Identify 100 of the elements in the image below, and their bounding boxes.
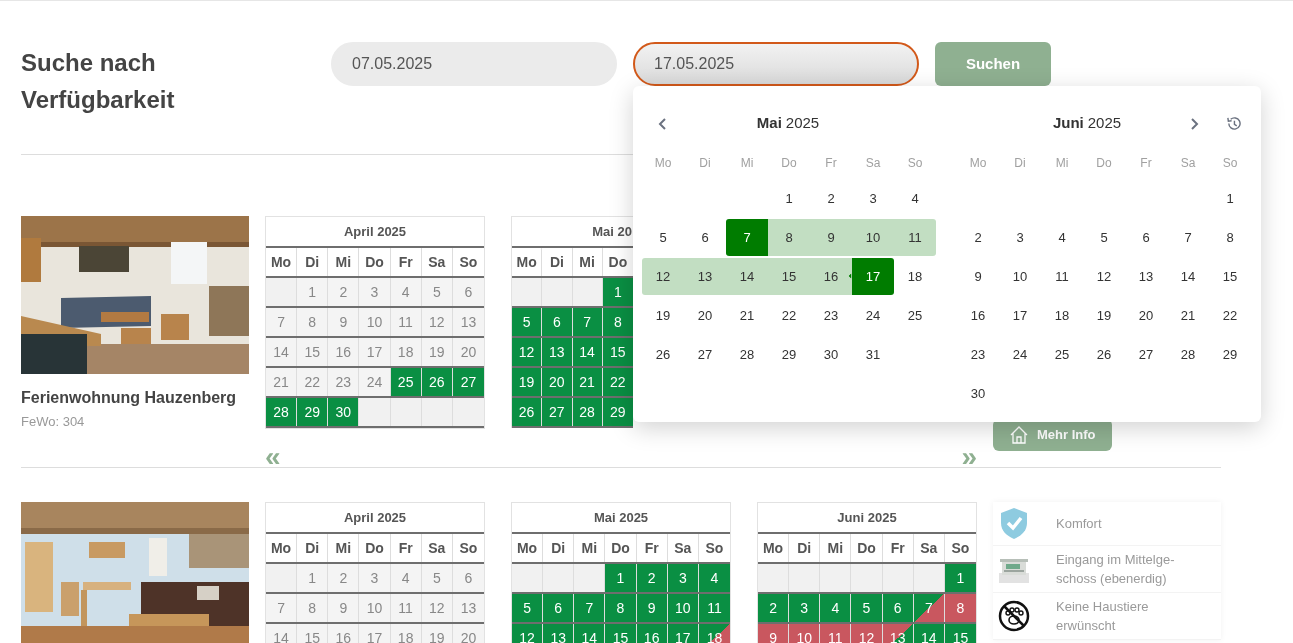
- date-field[interactable]: 17.05.2025: [633, 42, 919, 86]
- calendar-day: 17: [359, 338, 391, 366]
- calendar-day: 5: [512, 594, 544, 622]
- calendar-day: 20: [542, 368, 573, 396]
- calendar-day[interactable]: 13: [1125, 258, 1167, 295]
- calendar-day[interactable]: 18: [1041, 297, 1083, 334]
- calendar-day[interactable]: 10: [999, 258, 1041, 295]
- calendar-day[interactable]: 20: [1125, 297, 1167, 334]
- calendar-day[interactable]: 12: [1083, 258, 1125, 295]
- calendar-day: 2: [328, 564, 360, 592]
- calendar-day: 20: [452, 624, 484, 643]
- calendar-day[interactable]: 17: [852, 258, 894, 295]
- calendar-day[interactable]: 22: [768, 297, 810, 334]
- calendar-day[interactable]: 26: [1083, 336, 1125, 373]
- calendar-day[interactable]: 27: [684, 336, 726, 373]
- date-field[interactable]: 07.05.2025: [331, 42, 617, 86]
- calendar-day[interactable]: 6: [684, 219, 726, 256]
- calendar-day[interactable]: 2: [957, 219, 999, 256]
- calendar-day[interactable]: 3: [852, 180, 894, 217]
- calendar-day: 5: [851, 594, 883, 622]
- calendar-day[interactable]: 22: [1209, 297, 1251, 334]
- calendar-day: 1: [605, 564, 637, 592]
- calendar-day[interactable]: 8: [1209, 219, 1251, 256]
- calendar-day[interactable]: 4: [894, 180, 936, 217]
- calendar-day[interactable]: 25: [1041, 336, 1083, 373]
- calendar-day[interactable]: 31: [852, 336, 894, 373]
- weekday-label: Fr: [1139, 154, 1153, 172]
- calendar-day[interactable]: 24: [999, 336, 1041, 373]
- calendar-day[interactable]: 9: [810, 219, 852, 256]
- calendar-day[interactable]: 10: [852, 219, 894, 256]
- calendar-day[interactable]: 27: [1125, 336, 1167, 373]
- calendar-day[interactable]: 30: [810, 336, 852, 373]
- calendar-day: 13: [452, 308, 484, 336]
- calendar-day: 14: [266, 624, 298, 643]
- calendar-day[interactable]: 28: [726, 336, 768, 373]
- feature-label: Keine Haustiere erwünscht: [1056, 598, 1150, 635]
- calendar-day: 4: [390, 564, 422, 592]
- calendar-day[interactable]: 5: [1083, 219, 1125, 256]
- calendar-day: 17: [359, 624, 391, 643]
- calendar-day: 4: [390, 278, 422, 306]
- calendar-day: 10: [667, 594, 699, 622]
- calendar-day[interactable]: 13: [684, 258, 726, 295]
- calendar-day[interactable]: 15: [1209, 258, 1251, 295]
- calendar-day[interactable]: 16: [957, 297, 999, 334]
- weekday-header: Di: [542, 248, 573, 276]
- weekday-header: Do: [851, 534, 883, 562]
- calendar-day: 10: [359, 308, 391, 336]
- calendar-day[interactable]: 1: [768, 180, 810, 217]
- weekday-label: Mo: [653, 154, 673, 172]
- calendar-day[interactable]: 15: [768, 258, 810, 295]
- calendar-day[interactable]: 7: [726, 219, 768, 256]
- calendar-day: 8: [944, 594, 976, 622]
- weekday-label: Mi: [739, 154, 755, 172]
- calendar-day[interactable]: 26: [642, 336, 684, 373]
- calendar-day[interactable]: 23: [957, 336, 999, 373]
- calendar-day[interactable]: 24: [852, 297, 894, 334]
- calendar-day[interactable]: 12: [642, 258, 684, 295]
- calendar-day[interactable]: 25: [894, 297, 936, 334]
- calendar-day[interactable]: 19: [642, 297, 684, 334]
- calendar-day[interactable]: 29: [1209, 336, 1251, 373]
- calendar-day[interactable]: 20: [684, 297, 726, 334]
- calendar-day: 20: [452, 338, 484, 366]
- calendar-day: 9: [758, 624, 790, 643]
- calendar-day[interactable]: 7: [1167, 219, 1209, 256]
- calendar-day[interactable]: 11: [894, 219, 936, 256]
- weekday-header: Mo: [512, 248, 543, 276]
- calendar-day[interactable]: 23: [810, 297, 852, 334]
- calendar-day[interactable]: 18: [894, 258, 936, 295]
- calendar-day[interactable]: 19: [1083, 297, 1125, 334]
- calendar-day[interactable]: 28: [1167, 336, 1209, 373]
- weekday-header: Do: [605, 534, 637, 562]
- calendar-day[interactable]: 2: [810, 180, 852, 217]
- calendar-day[interactable]: 16: [810, 258, 852, 295]
- calendar-day: 3: [667, 564, 699, 592]
- calendar-day: 27: [452, 368, 484, 396]
- calendar-day[interactable]: 6: [1125, 219, 1167, 256]
- calendar-day[interactable]: 3: [999, 219, 1041, 256]
- calendar-day[interactable]: 29: [768, 336, 810, 373]
- calendar-day[interactable]: 21: [726, 297, 768, 334]
- calendar-day: 15: [944, 624, 976, 643]
- calendar-day: 8: [605, 594, 637, 622]
- weekday-header: Di: [297, 534, 329, 562]
- calendar-day[interactable]: 14: [726, 258, 768, 295]
- page-heading: Suche nach Verfügbarkeit: [21, 48, 176, 115]
- calendar-day: 5: [421, 564, 453, 592]
- calendar-day[interactable]: 21: [1167, 297, 1209, 334]
- weekday-header: Mi: [328, 534, 360, 562]
- weekday-header: Mi: [328, 248, 360, 276]
- calendar-day[interactable]: 9: [957, 258, 999, 295]
- calendar-day[interactable]: 17: [999, 297, 1041, 334]
- calendar-day: 28: [266, 398, 298, 426]
- calendar-day: 15: [297, 624, 329, 643]
- calendar-day[interactable]: 11: [1041, 258, 1083, 295]
- calendar-day[interactable]: 8: [768, 219, 810, 256]
- calendar-day[interactable]: 14: [1167, 258, 1209, 295]
- calendar-day[interactable]: 1: [1209, 180, 1251, 217]
- weekday-label: So: [906, 154, 924, 172]
- calendar-day[interactable]: 4: [1041, 219, 1083, 256]
- calendar-day[interactable]: 30: [957, 375, 999, 412]
- calendar-day[interactable]: 5: [642, 219, 684, 256]
